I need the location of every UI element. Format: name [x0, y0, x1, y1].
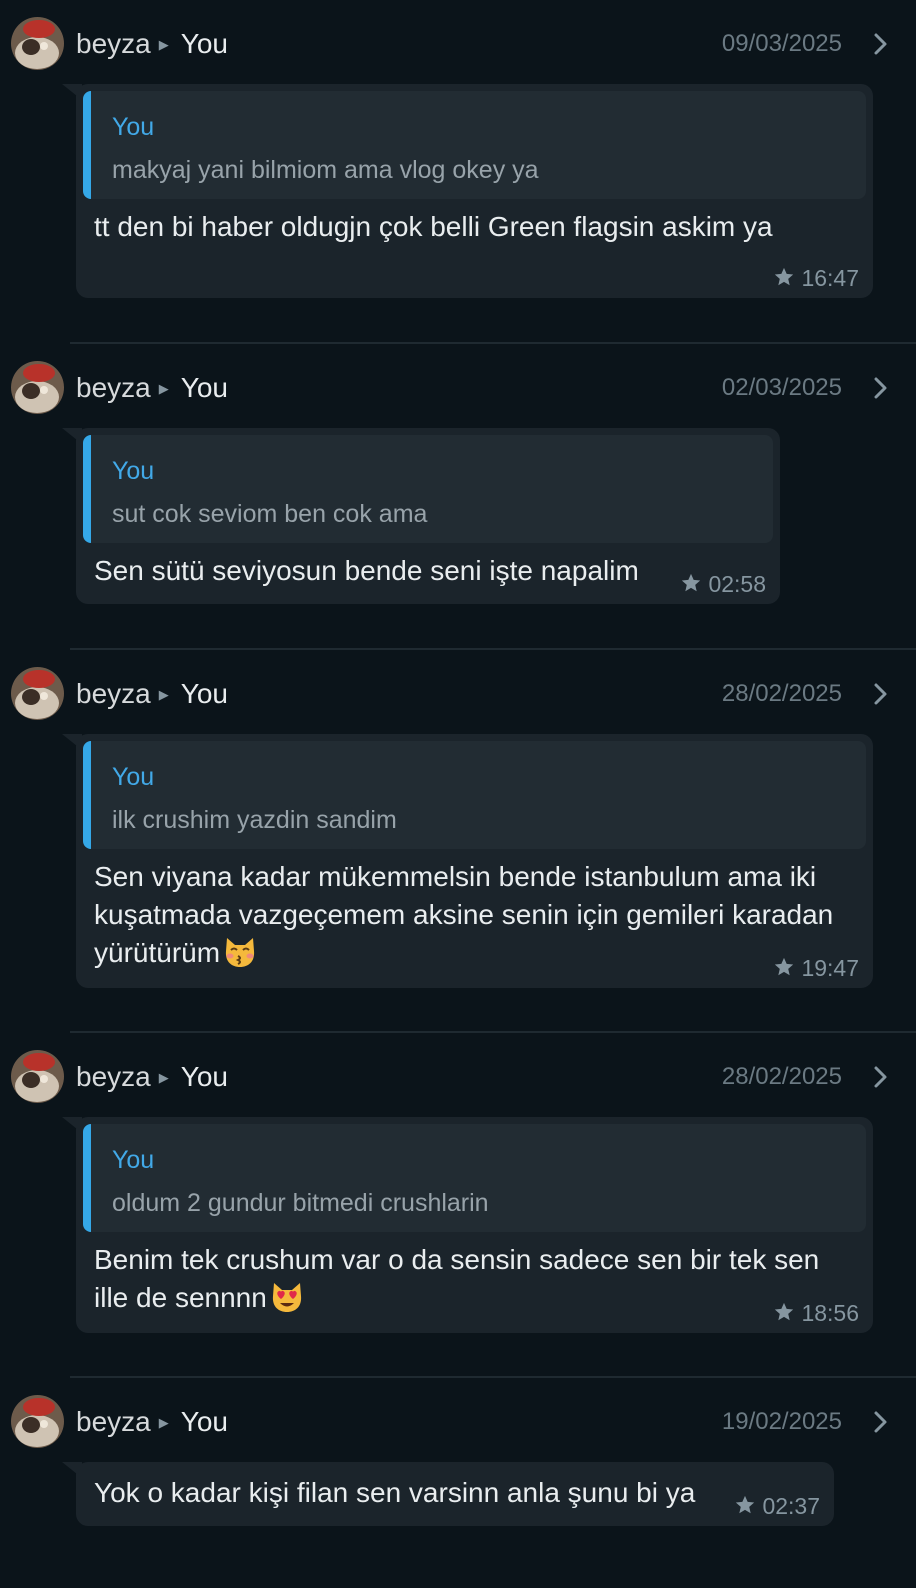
right-triangle-icon: ▶ — [158, 687, 169, 702]
quote-text: sut cok seviom ben cok ama — [112, 500, 428, 528]
bubble-tail — [62, 1462, 82, 1478]
message-header: beyza ▶ You 02/03/2025 — [0, 344, 916, 414]
recipient-name: You — [180, 678, 228, 709]
right-triangle-icon: ▶ — [158, 37, 169, 52]
recipient-name: You — [180, 1406, 228, 1437]
message-header: beyza ▶ You 28/02/2025 — [0, 650, 916, 720]
starred-message-entry[interactable]: beyza ▶ You 19/02/2025 Yok o kadar kişi fi… — [0, 1378, 916, 1526]
message-time: 19:47 — [801, 955, 859, 981]
starred-message-entry[interactable]: beyza ▶ You 02/03/2025 You sut cok seviom … — [0, 344, 916, 604]
message-date: 09/03/2025 — [721, 30, 842, 57]
bubble-tail — [62, 428, 82, 444]
message-bubble[interactable]: You makyaj yani bilmiom ama vlog okey ya… — [62, 84, 873, 298]
quote-text: makyaj yani bilmiom ama vlog okey ya — [112, 156, 539, 184]
message-header: beyza ▶ You 19/02/2025 — [0, 1378, 916, 1448]
chevron-right-icon[interactable] — [870, 1410, 890, 1434]
message-text-block: Benim tek crushum var o da sensin sadece… — [94, 1241, 843, 1317]
quote-text: oldum 2 gundur bitmedi crushlarin — [112, 1189, 489, 1217]
message-meta: 16:47 — [773, 265, 859, 292]
right-triangle-icon: ▶ — [158, 1070, 169, 1085]
starred-message-entry[interactable]: beyza ▶ You 28/02/2025 You oldum 2 gundur … — [0, 1033, 916, 1333]
sender-name: beyza — [76, 678, 151, 709]
conversation-names: beyza ▶ You — [76, 1061, 228, 1094]
quote-accent-bar — [83, 741, 91, 849]
bubble-tail — [62, 734, 82, 750]
message-meta: 02:58 — [680, 571, 766, 598]
sender-name: beyza — [76, 1061, 151, 1092]
right-triangle-icon: ▶ — [158, 381, 169, 396]
recipient-name: You — [180, 1061, 228, 1092]
message-text: Sen sütü seviyosun bende seni işte napal… — [94, 555, 639, 586]
recipient-name: You — [180, 372, 228, 403]
quote-accent-bar — [83, 1124, 91, 1232]
quoted-message[interactable]: You oldum 2 gundur bitmedi crushlarin — [83, 1124, 866, 1232]
quote-accent-bar — [83, 435, 91, 543]
quoted-message[interactable]: You makyaj yani bilmiom ama vlog okey ya — [83, 91, 866, 199]
chevron-right-icon[interactable] — [870, 682, 890, 706]
quoted-message[interactable]: You sut cok seviom ben cok ama — [83, 435, 773, 543]
message-meta: 02:37 — [734, 1493, 820, 1520]
avatar[interactable] — [11, 361, 64, 414]
message-time: 18:56 — [801, 1300, 859, 1326]
quote-text: ilk crushim yazdin sandim — [112, 806, 397, 834]
message-date: 28/02/2025 — [721, 1063, 842, 1090]
conversation-names: beyza ▶ You — [76, 28, 228, 61]
star-icon — [775, 957, 794, 976]
message-bubble[interactable]: Yok o kadar kişi filan sen varsinn anla … — [62, 1462, 834, 1526]
message-header: beyza ▶ You 28/02/2025 — [0, 1033, 916, 1103]
quote-accent-bar — [83, 91, 91, 199]
conversation-names: beyza ▶ You — [76, 678, 228, 711]
message-text: Yok o kadar kişi filan sen varsinn anla … — [94, 1477, 696, 1508]
starred-message-entry[interactable]: beyza ▶ You 09/03/2025 You makyaj yani bil… — [0, 0, 916, 298]
quoted-message[interactable]: You ilk crushim yazdin sandim — [83, 741, 866, 849]
message-text: Benim tek crushum var o da sensin sadece… — [94, 1244, 820, 1313]
star-icon — [775, 267, 794, 286]
chevron-right-icon[interactable] — [870, 1065, 890, 1089]
conversation-names: beyza ▶ You — [76, 1406, 228, 1439]
starred-message-entry[interactable]: beyza ▶ You 28/02/2025 You ilk crushim yaz… — [0, 650, 916, 988]
heart-eyes-cat-emoji-icon — [272, 1283, 301, 1312]
quote-author: You — [112, 1146, 155, 1174]
quote-author: You — [112, 763, 155, 791]
message-date: 02/03/2025 — [721, 374, 842, 401]
recipient-name: You — [180, 28, 228, 59]
sender-name: beyza — [76, 1406, 151, 1437]
message-meta: 19:47 — [773, 955, 859, 982]
message-text: tt den bi haber oldugjn çok belli Green … — [94, 211, 773, 242]
message-text-block: Sen viyana kadar mükemmelsin bende istan… — [94, 858, 843, 972]
avatar[interactable] — [11, 1395, 64, 1448]
star-icon — [736, 1495, 755, 1514]
message-date: 28/02/2025 — [721, 680, 842, 707]
avatar[interactable] — [11, 1050, 64, 1103]
message-text: Sen viyana kadar mükemmelsin bende istan… — [94, 861, 834, 968]
kissing-cat-emoji-icon — [225, 938, 255, 967]
bubble-tail — [62, 84, 82, 100]
right-triangle-icon: ▶ — [158, 1415, 169, 1430]
star-icon — [682, 573, 701, 592]
message-time: 02:37 — [762, 1493, 820, 1519]
message-time: 02:58 — [708, 571, 766, 597]
chevron-right-icon[interactable] — [870, 32, 890, 56]
sender-name: beyza — [76, 372, 151, 403]
star-icon — [775, 1302, 794, 1321]
message-bubble[interactable]: You oldum 2 gundur bitmedi crushlarin Be… — [62, 1117, 873, 1333]
quote-author: You — [112, 113, 155, 141]
message-date: 19/02/2025 — [721, 1408, 842, 1435]
chevron-right-icon[interactable] — [870, 376, 890, 400]
message-meta: 18:56 — [773, 1300, 859, 1327]
message-bubble[interactable]: You sut cok seviom ben cok ama Sen sütü … — [62, 428, 780, 604]
message-header: beyza ▶ You 09/03/2025 — [0, 0, 916, 70]
conversation-names: beyza ▶ You — [76, 372, 228, 405]
message-time: 16:47 — [801, 265, 859, 291]
avatar[interactable] — [11, 667, 64, 720]
avatar[interactable] — [11, 17, 64, 70]
quote-author: You — [112, 457, 155, 485]
message-bubble[interactable]: You ilk crushim yazdin sandim Sen viyana… — [62, 734, 873, 988]
sender-name: beyza — [76, 28, 151, 59]
bubble-tail — [62, 1117, 82, 1133]
